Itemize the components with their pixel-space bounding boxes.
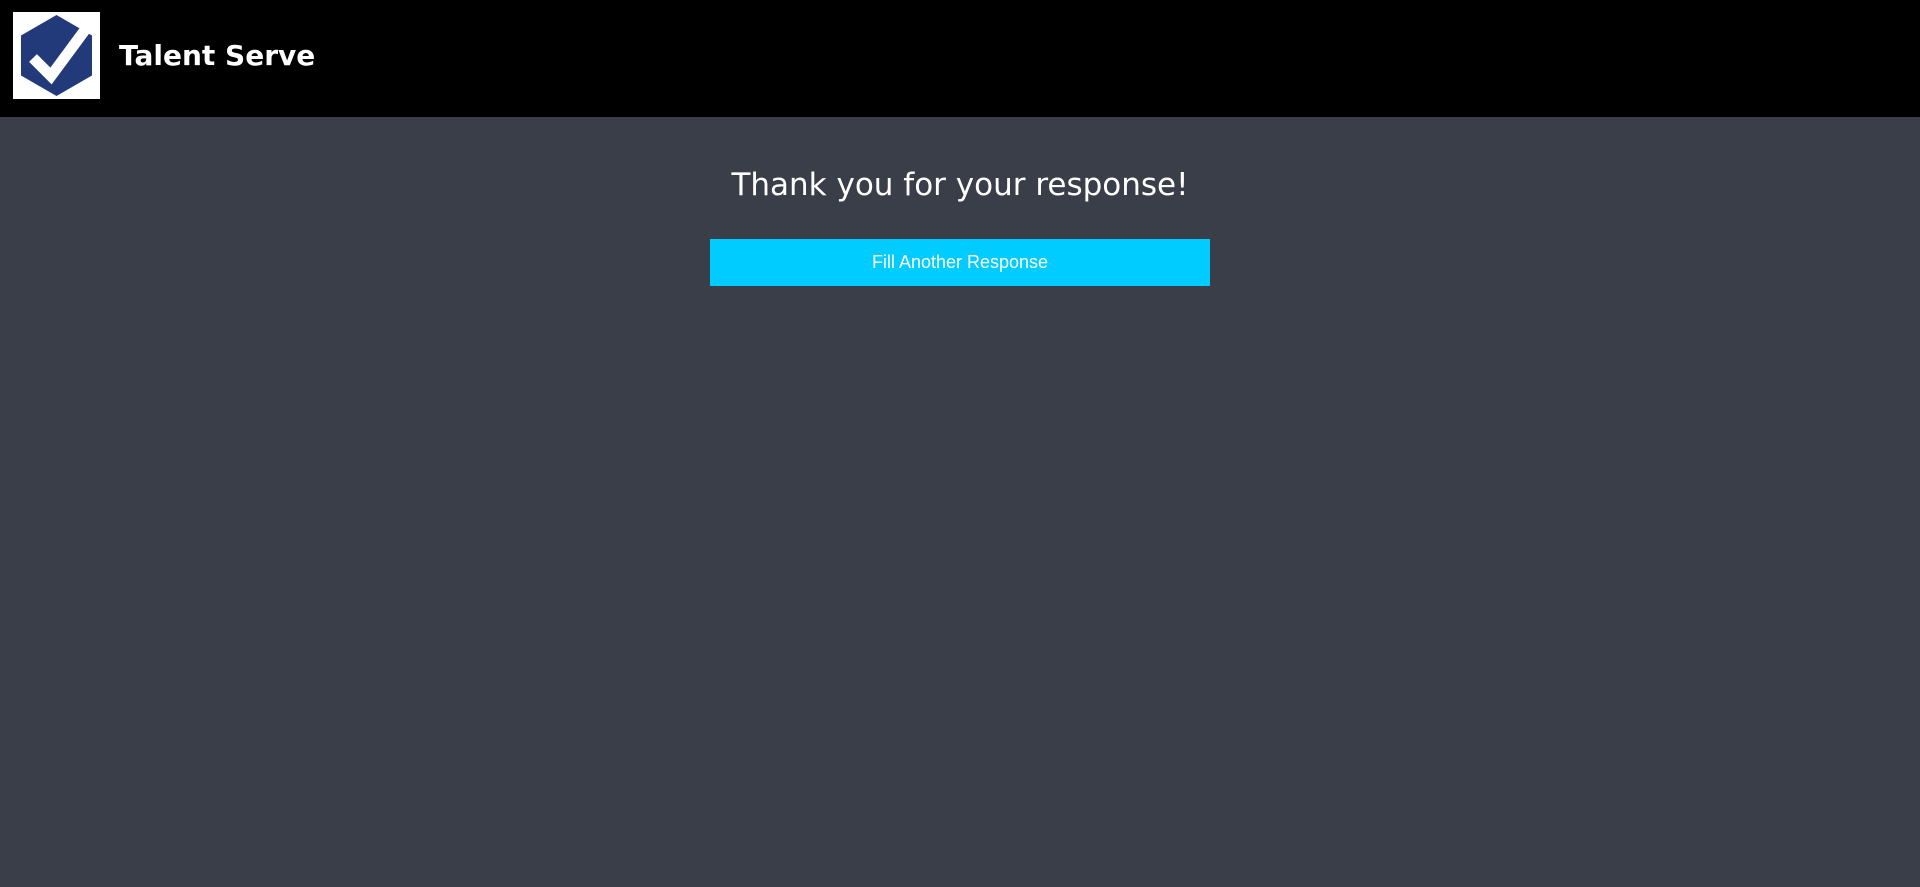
hexagon-checkmark-icon bbox=[21, 15, 92, 96]
fill-another-response-button[interactable]: Fill Another Response bbox=[710, 239, 1210, 286]
brand-name: Talent Serve bbox=[119, 39, 316, 72]
thank-you-message: Thank you for your response! bbox=[731, 167, 1189, 203]
confirmation-panel: Thank you for your response! Fill Anothe… bbox=[0, 117, 1920, 887]
app-header: Talent Serve bbox=[0, 0, 1920, 117]
logo bbox=[13, 12, 100, 99]
